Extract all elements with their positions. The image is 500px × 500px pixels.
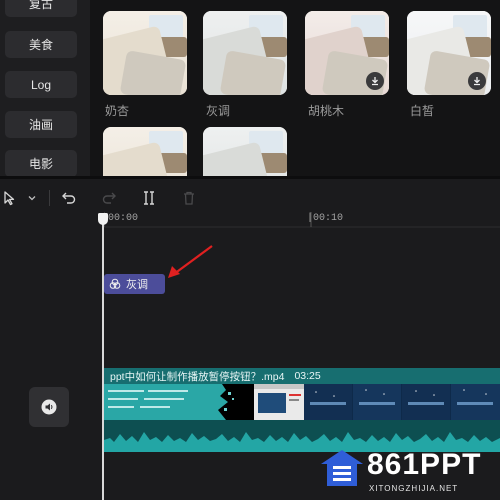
split-icon[interactable] [139, 188, 159, 208]
filter-icon [109, 278, 121, 289]
delete-icon [179, 188, 199, 208]
redo-icon [99, 188, 119, 208]
filter-thumb-naixing[interactable] [103, 11, 187, 95]
timeline-ruler[interactable] [104, 208, 500, 228]
video-frame [204, 384, 254, 420]
watermark-brand: 861PPT [367, 448, 482, 481]
filter-clip[interactable]: 灰调 [104, 274, 165, 294]
category-retro[interactable]: 复古 [5, 0, 77, 17]
category-log[interactable]: Log [5, 71, 77, 98]
video-clip[interactable]: ppt中如何让制作播放暂停按钮？.mp4 03:25 [104, 368, 500, 452]
filter-label: 胡桃木 [308, 104, 345, 118]
filter-category-list: 复古 美食 Log 油画 电影 [0, 0, 88, 177]
filter-thumb-hutaomu[interactable] [305, 11, 389, 95]
category-label: 电影 [28, 157, 53, 171]
annotation-arrow-icon [168, 245, 213, 278]
download-icon[interactable] [366, 72, 384, 90]
filter-thumb-huidiao[interactable] [203, 11, 287, 95]
filter-clip-label: 灰调 [126, 279, 148, 291]
category-movie[interactable]: 电影 [5, 150, 77, 177]
video-clip-duration: 03:25 [294, 370, 321, 382]
video-clip-title: ppt中如何让制作播放暂停按钮？.mp4 [110, 370, 285, 383]
filter-label: 白皙 [410, 104, 435, 118]
watermark-house-icon [321, 450, 363, 486]
video-clip-header: ppt中如何让制作播放暂停按钮？.mp4 03:25 [104, 368, 500, 384]
ruler-tick-label: |00:10 [307, 213, 344, 224]
speaker-icon [41, 399, 57, 415]
category-label: 美食 [28, 38, 53, 52]
watermark-url: XITONGZHIJIA.NET [369, 484, 459, 493]
filter-label: 奶杏 [105, 104, 130, 118]
playhead-handle[interactable] [98, 213, 108, 225]
filter-grid: 奶杏 灰调 胡桃木 白皙 [90, 0, 500, 211]
category-label: Log [30, 77, 52, 92]
filter-thumb-baixi[interactable] [407, 11, 491, 95]
download-icon[interactable] [468, 72, 486, 90]
toolbar-separator [49, 190, 50, 206]
ruler-tick-label: 00:00 [108, 213, 139, 224]
category-food[interactable]: 美食 [5, 31, 77, 58]
video-frame-strip [304, 384, 500, 420]
filter-label: 灰调 [206, 104, 231, 118]
undo-icon[interactable] [59, 188, 79, 208]
chevron-down-icon[interactable] [22, 188, 42, 208]
video-frame [104, 384, 204, 420]
video-frame [254, 384, 304, 420]
playhead-line[interactable] [102, 222, 104, 500]
category-label: 复古 [28, 0, 53, 11]
category-label: 油画 [28, 118, 53, 132]
watermark-logo: 861PPT XITONGZHIJIA.NET [315, 446, 500, 500]
category-oil-painting[interactable]: 油画 [5, 111, 77, 138]
audio-track-icon[interactable] [29, 387, 69, 427]
select-cursor-icon[interactable] [0, 188, 20, 208]
